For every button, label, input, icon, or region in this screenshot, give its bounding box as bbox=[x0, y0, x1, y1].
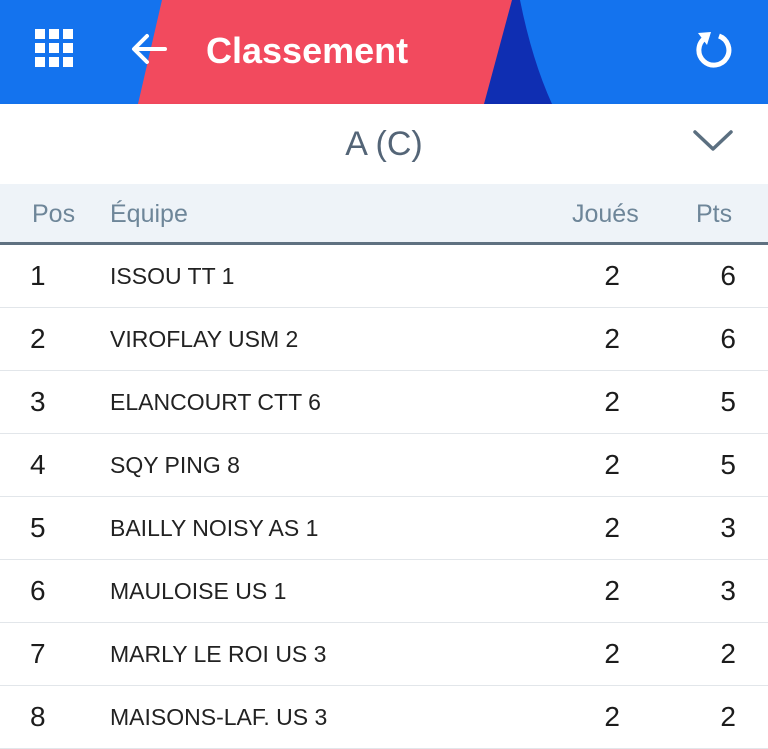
row-team: MARLY LE ROI US 3 bbox=[110, 641, 327, 667]
row-position: 1 bbox=[30, 260, 46, 291]
row-position: 5 bbox=[30, 512, 46, 543]
table-row[interactable]: 7 MARLY LE ROI US 3 2 2 bbox=[0, 623, 768, 686]
row-played: 2 bbox=[604, 260, 620, 291]
group-selector-label: A (C) bbox=[345, 125, 423, 163]
arrow-left-icon bbox=[132, 34, 167, 64]
row-team: VIROFLAY USM 2 bbox=[110, 326, 299, 352]
row-points: 2 bbox=[720, 701, 736, 732]
row-points: 6 bbox=[720, 260, 736, 291]
table-row[interactable]: 3 ELANCOURT CTT 6 2 5 bbox=[0, 371, 768, 434]
column-header-played[interactable]: Joués bbox=[572, 199, 639, 229]
table-row[interactable]: 5 BAILLY NOISY AS 1 2 3 bbox=[0, 497, 768, 560]
row-points: 2 bbox=[720, 638, 736, 669]
column-header-pos[interactable]: Pos bbox=[32, 199, 75, 229]
back-button[interactable] bbox=[126, 26, 172, 72]
group-selector[interactable]: A (C) bbox=[0, 104, 768, 184]
row-team: MAISONS-LAF. US 3 bbox=[110, 704, 328, 730]
row-played: 2 bbox=[604, 638, 620, 669]
table-row[interactable]: 2 VIROFLAY USM 2 2 6 bbox=[0, 308, 768, 371]
refresh-button[interactable] bbox=[688, 24, 738, 74]
row-points: 3 bbox=[720, 512, 736, 543]
page-title: Classement bbox=[206, 30, 409, 71]
row-team: BAILLY NOISY AS 1 bbox=[110, 515, 319, 541]
row-position: 6 bbox=[30, 575, 46, 606]
row-points: 6 bbox=[720, 323, 736, 354]
grid-icon bbox=[35, 29, 73, 67]
row-points: 5 bbox=[720, 386, 736, 417]
row-points: 3 bbox=[720, 575, 736, 606]
row-played: 2 bbox=[604, 386, 620, 417]
row-team: ISSOU TT 1 bbox=[110, 263, 235, 289]
row-team: ELANCOURT CTT 6 bbox=[110, 389, 321, 415]
table-header: Pos Équipe Joués Pts bbox=[0, 184, 768, 245]
table-row[interactable]: 6 MAULOISE US 1 2 3 bbox=[0, 560, 768, 623]
row-position: 8 bbox=[30, 701, 46, 732]
row-team: SQY PING 8 bbox=[110, 452, 240, 478]
table-row[interactable]: 1 ISSOU TT 1 2 6 bbox=[0, 245, 768, 308]
column-header-pts[interactable]: Pts bbox=[696, 199, 732, 229]
row-position: 3 bbox=[30, 386, 46, 417]
apps-menu-button[interactable] bbox=[30, 24, 78, 72]
app-header: Classement bbox=[0, 0, 768, 104]
standings-table: 1 ISSOU TT 1 2 6 2 VIROFLAY USM 2 2 6 3 … bbox=[0, 245, 768, 749]
row-played: 2 bbox=[604, 449, 620, 480]
row-played: 2 bbox=[604, 512, 620, 543]
row-position: 2 bbox=[30, 323, 46, 354]
table-row[interactable]: 8 MAISONS-LAF. US 3 2 2 bbox=[0, 686, 768, 749]
row-position: 7 bbox=[30, 638, 46, 669]
row-team: MAULOISE US 1 bbox=[110, 578, 287, 604]
row-position: 4 bbox=[30, 449, 46, 480]
table-row[interactable]: 4 SQY PING 8 2 5 bbox=[0, 434, 768, 497]
row-played: 2 bbox=[604, 323, 620, 354]
row-points: 5 bbox=[720, 449, 736, 480]
row-played: 2 bbox=[604, 701, 620, 732]
row-played: 2 bbox=[604, 575, 620, 606]
refresh-icon bbox=[696, 32, 732, 68]
column-header-team[interactable]: Équipe bbox=[110, 199, 188, 229]
chevron-down-icon[interactable] bbox=[692, 128, 734, 154]
